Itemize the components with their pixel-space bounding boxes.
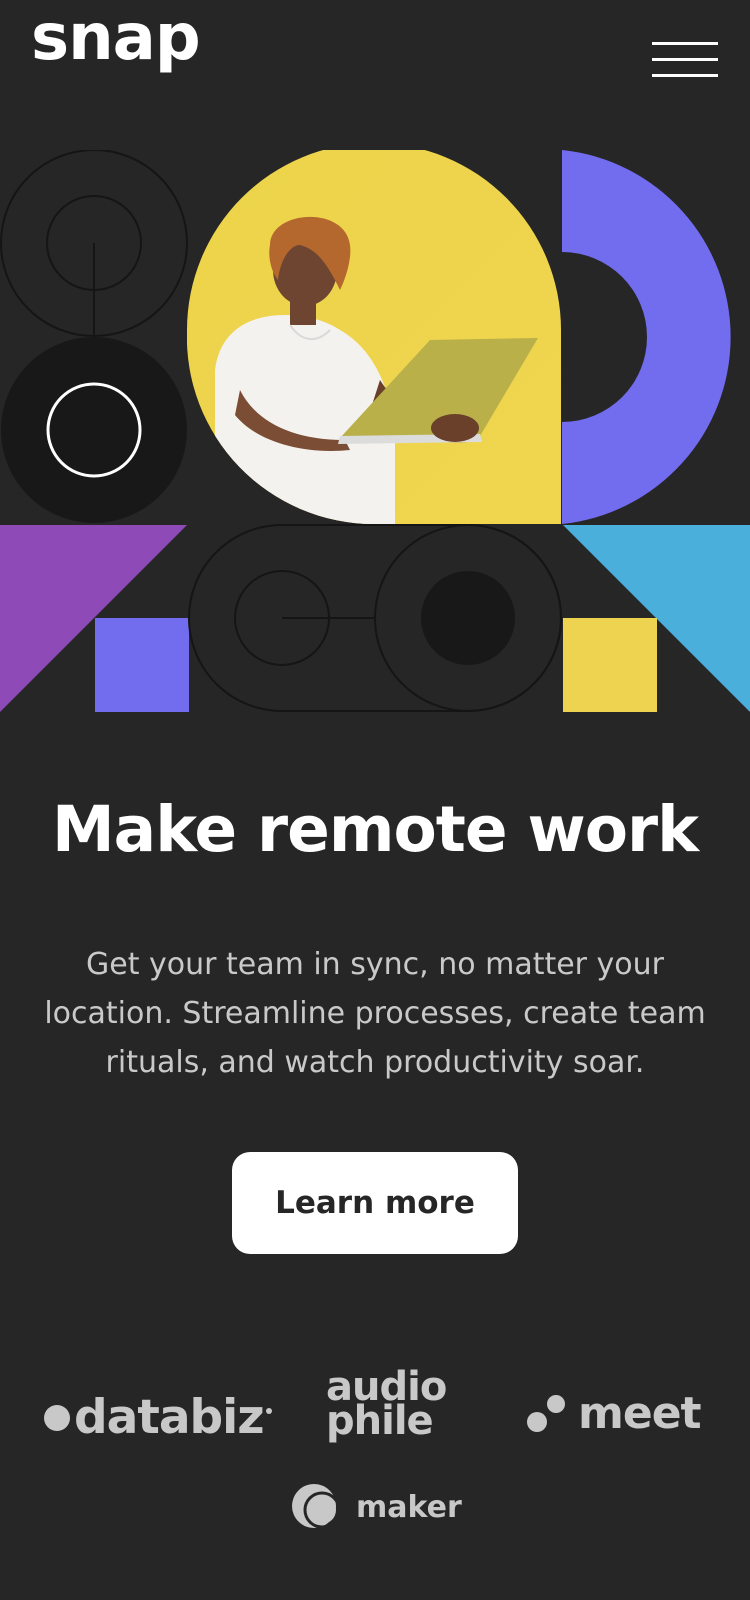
hero-illustration [0,150,750,712]
indigo-square-icon [95,618,189,712]
hero-photo [187,150,561,524]
meet-wordmark: meet [578,1388,702,1439]
hamburger-line-top [652,42,718,45]
dark-circle-ring-icon [1,337,187,523]
hero-description: Get your team in sync, no matter your lo… [44,947,706,1080]
indigo-half-ring-icon [562,150,731,524]
site-header: snap [0,0,750,120]
snap-logo[interactable]: snap [31,6,201,70]
client-logos: databiz audio phile meet maker [0,1367,750,1590]
audiophile-logo: audio phile [326,1367,447,1444]
audiophile-wordmark-bottom: phile [326,1398,434,1444]
databiz-dot-icon [44,1404,70,1431]
hamburger-line-bottom [652,74,718,77]
meet-dots-icon [527,1394,565,1432]
hamburger-line-middle [652,58,718,61]
hero-title: Make remote work [51,793,699,866]
maker-logo: maker [292,1482,462,1532]
maker-wordmark: maker [356,1489,462,1525]
outline-circle-large-icon [0,150,188,337]
learn-more-button[interactable]: Learn more [232,1152,518,1254]
meet-logo: meet [526,1388,702,1439]
databiz-small-dot-icon [265,1408,272,1414]
maker-circles-icon [292,1484,341,1529]
yellow-square-icon [563,618,657,712]
databiz-logo: databiz [44,1390,272,1445]
databiz-wordmark: databiz [74,1390,265,1445]
dark-dot-icon [421,571,515,665]
hamburger-menu-icon[interactable] [652,40,718,80]
